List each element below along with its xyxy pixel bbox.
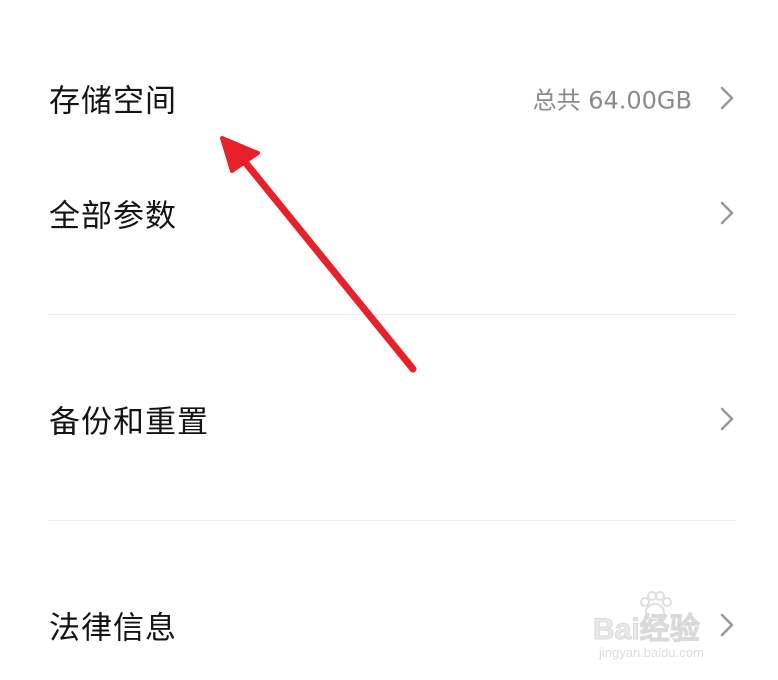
- section-divider: [48, 314, 736, 315]
- settings-item-legal-info[interactable]: 法律信息: [0, 577, 778, 673]
- storage-total-value: 总共 64.00GB: [532, 86, 692, 115]
- settings-item-storage[interactable]: 存储空间 总共 64.00GB: [0, 50, 778, 146]
- settings-item-label: 存储空间: [49, 83, 177, 120]
- chevron-right-icon: [720, 407, 734, 431]
- settings-item-label: 备份和重置: [49, 404, 209, 441]
- settings-item-backup-reset[interactable]: 备份和重置: [0, 371, 778, 467]
- settings-item-label: 全部参数: [49, 198, 177, 235]
- settings-item-all-specs[interactable]: 全部参数: [0, 165, 778, 261]
- section-divider: [48, 520, 736, 521]
- chevron-right-icon: [720, 86, 734, 110]
- chevron-right-icon: [720, 613, 734, 637]
- settings-item-label: 法律信息: [49, 610, 177, 647]
- chevron-right-icon: [720, 201, 734, 225]
